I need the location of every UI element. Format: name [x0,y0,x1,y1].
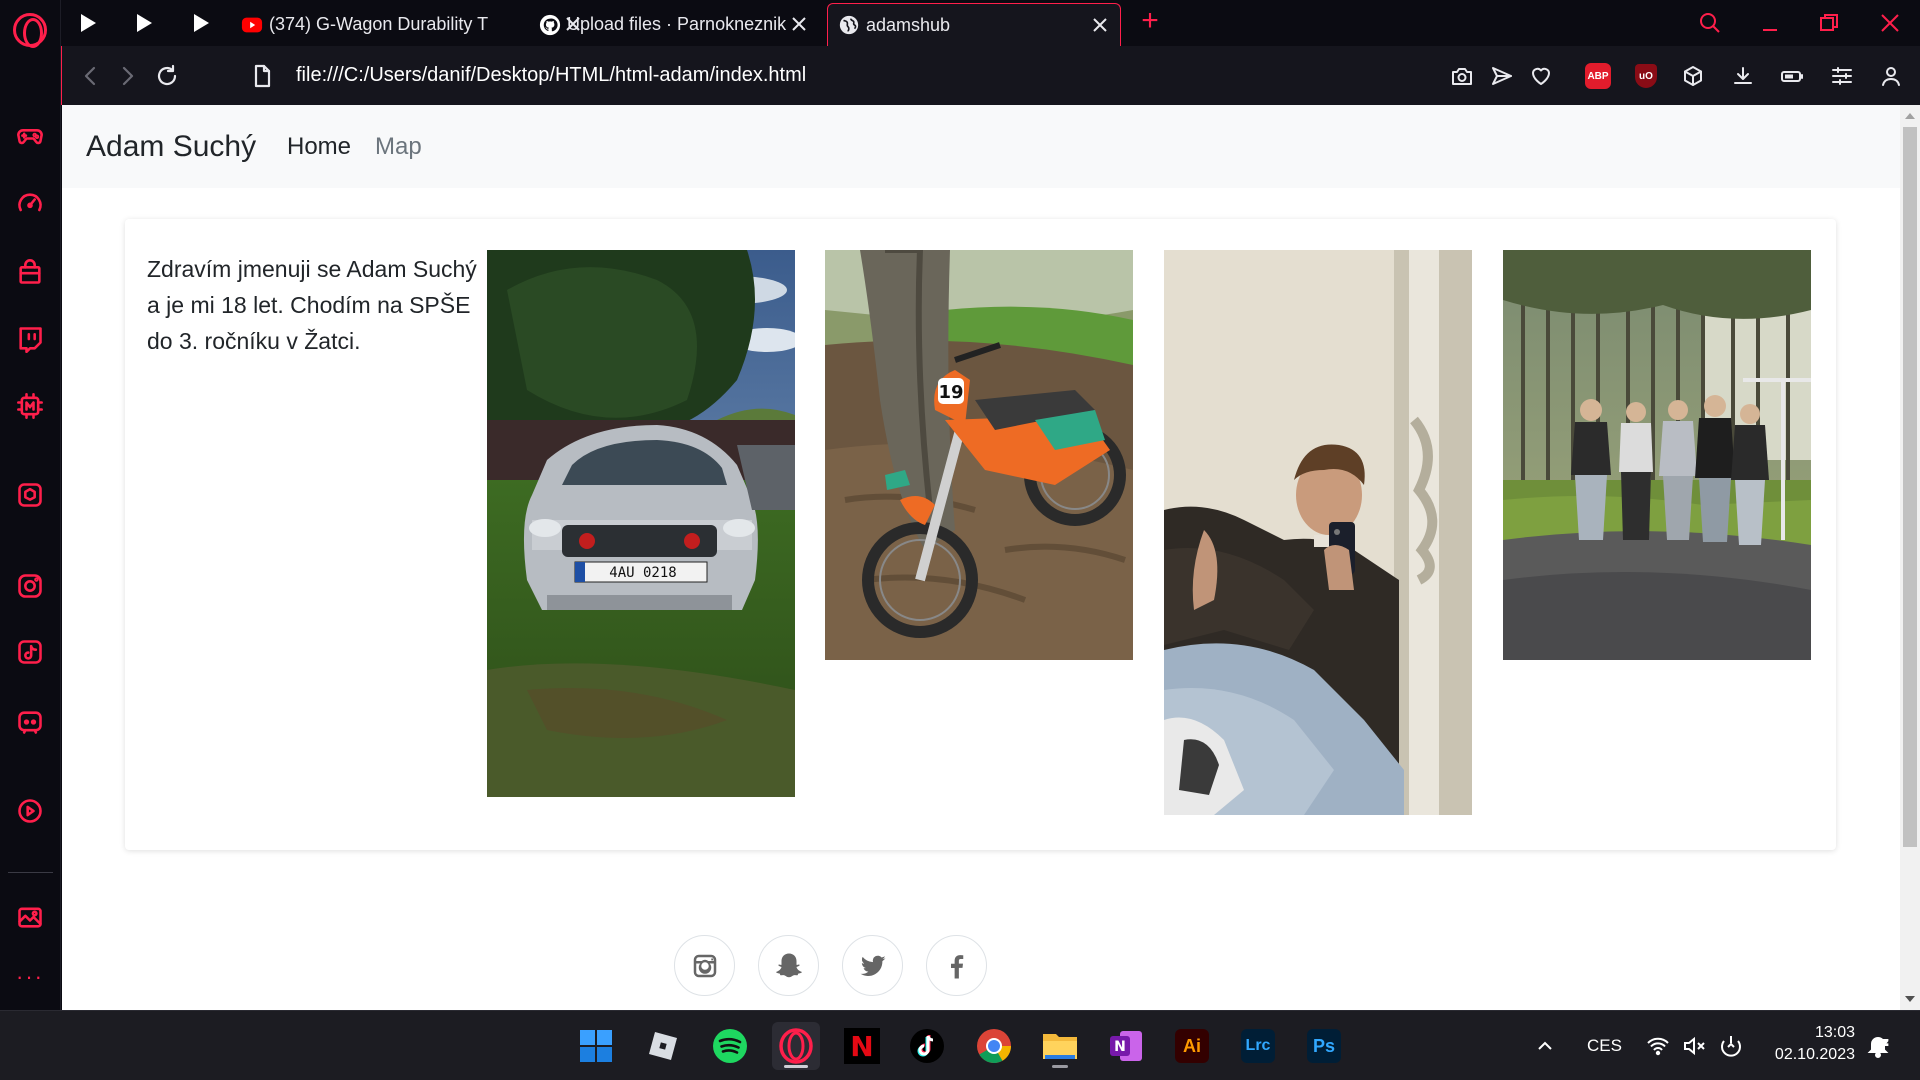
reload-icon[interactable] [153,62,181,90]
player-icon[interactable] [14,390,46,422]
github-icon [539,14,561,36]
license-plate-text: 4AU 0218 [609,565,676,581]
new-tab-plus-icon[interactable]: + [1136,6,1164,36]
opera-sidebar: ··· [0,0,61,1010]
close-tab-icon[interactable] [1090,15,1110,35]
twitter-icon [860,955,885,976]
speaker-muted-icon[interactable] [1682,1034,1708,1063]
twitter-button[interactable] [842,935,903,996]
tab-title: (374) G-Wagon Durability T [269,14,489,34]
motorcycle-photo: 19 [825,250,1133,660]
about-card: Zdravím jmenuji se Adam Suchý a je mi 18… [125,219,1836,850]
speed-dial-gauge-icon[interactable] [14,187,46,219]
sidebar-divider [8,872,53,873]
svg-text:z: z [1883,1038,1888,1048]
download-icon[interactable] [1729,62,1757,90]
wifi-icon[interactable] [1646,1034,1670,1063]
snapchat-icon [775,953,802,977]
scroll-down-arrow-icon[interactable] [1905,996,1915,1002]
scrollbar-thumb[interactable] [1903,127,1917,847]
clock-time: 13:03 [1814,1024,1855,1041]
chatgpt-icon[interactable] [14,479,46,511]
scroll-up-arrow-icon[interactable] [1905,113,1915,119]
roblox-icon[interactable] [639,1022,687,1070]
music-player-icon[interactable] [14,795,46,827]
windows-taskbar: N N Ai Lrc Ps CES 13:03 02.10.2023 z [0,1010,1920,1080]
chrome-icon[interactable] [970,1022,1018,1070]
gamepad-icon[interactable] [14,119,46,151]
file-explorer-icon[interactable] [1036,1022,1084,1070]
tab-bar: (374) G-Wagon Durability T Upload files … [61,0,1920,46]
twitch-icon[interactable] [14,323,46,355]
car-photo: 4AU 0218 [487,250,795,797]
instagram-button[interactable] [674,935,735,996]
battery-saver-icon[interactable] [1778,62,1806,90]
play-icon[interactable] [189,11,213,35]
url-text[interactable]: file:///C:/Users/danif/Desktop/HTML/html… [296,64,806,87]
facebook-icon [950,954,963,978]
tiktok-sidebar-icon[interactable] [14,636,46,668]
extensions-cube-icon[interactable] [1679,62,1707,90]
site-brand[interactable]: Adam Suchý [86,130,256,164]
close-tab-icon[interactable] [789,14,809,34]
page-viewport: Adam Suchý Home Map Zdravím jmenuji se A… [62,105,1900,1010]
opera-logo-icon[interactable] [13,13,47,48]
more-dots-icon[interactable]: ··· [16,966,44,988]
nav-link-home[interactable]: Home [287,133,351,161]
back-icon[interactable] [77,62,105,90]
clock[interactable]: 13:03 02.10.2023 [1765,1022,1855,1066]
close-window-icon[interactable] [1877,10,1903,36]
race-number-text: 19 [938,382,963,403]
battery-charging-icon[interactable] [1718,1033,1746,1064]
forward-icon[interactable] [113,62,141,90]
mirror-selfie-photo [1164,250,1472,815]
youtube-icon [241,14,263,36]
show-hidden-icons-chevron-icon[interactable] [1534,1035,1556,1062]
site-navbar: Adam Suchý Home Map [62,105,1900,188]
illustrator-icon[interactable]: Ai [1168,1022,1216,1070]
discord-icon[interactable] [14,706,46,738]
netflix-icon[interactable]: N [838,1022,886,1070]
clock-date: 02.10.2023 [1774,1046,1855,1063]
instagram-icon [693,954,716,977]
restore-icon[interactable] [1816,10,1842,36]
instagram-sidebar-icon[interactable] [14,570,46,602]
tiktok-icon[interactable] [903,1022,951,1070]
search-tabs-icon[interactable] [1697,10,1723,36]
heart-bookmark-icon[interactable] [1527,62,1555,90]
onenote-icon[interactable]: N [1102,1022,1150,1070]
easy-setup-sliders-icon[interactable] [1828,62,1856,90]
shopping-bag-icon[interactable] [14,256,46,288]
adblock-plus-icon[interactable]: ABP [1584,62,1612,90]
address-bar: file:///C:/Users/danif/Desktop/HTML/html… [61,46,1920,105]
intro-text: Zdravím jmenuji se Adam Suchý a je mi 18… [147,256,477,354]
notification-bell-icon[interactable]: z [1866,1033,1890,1064]
send-flow-icon[interactable] [1488,62,1516,90]
file-page-icon [248,62,276,90]
svg-text:N: N [1114,1039,1126,1055]
profile-person-icon[interactable] [1877,62,1905,90]
ublock-origin-icon[interactable]: uO [1632,62,1660,90]
windows-start-icon[interactable] [572,1022,620,1070]
photoshop-icon[interactable]: Ps [1300,1022,1348,1070]
tab-adamshub[interactable]: adamshub [827,3,1121,46]
opera-icon[interactable] [772,1022,820,1070]
minimize-icon[interactable] [1757,10,1783,36]
tab-title: adamshub [866,14,951,35]
facebook-button[interactable] [926,935,987,996]
play-icon[interactable] [132,11,156,35]
input-language[interactable]: CES [1587,1036,1622,1056]
play-icon[interactable] [76,11,100,35]
tab-title: Upload files · Parnokneznik [567,14,787,34]
gallery-image-icon[interactable] [14,901,46,933]
lightroom-classic-icon[interactable]: Lrc [1234,1022,1282,1070]
snapchat-button[interactable] [758,935,819,996]
snapshot-camera-icon[interactable] [1448,62,1476,90]
friends-group-photo [1503,250,1811,660]
globe-icon [838,14,860,36]
page-scrollbar[interactable] [1900,105,1920,1010]
spotify-icon[interactable] [706,1022,754,1070]
nav-link-map[interactable]: Map [375,133,422,161]
